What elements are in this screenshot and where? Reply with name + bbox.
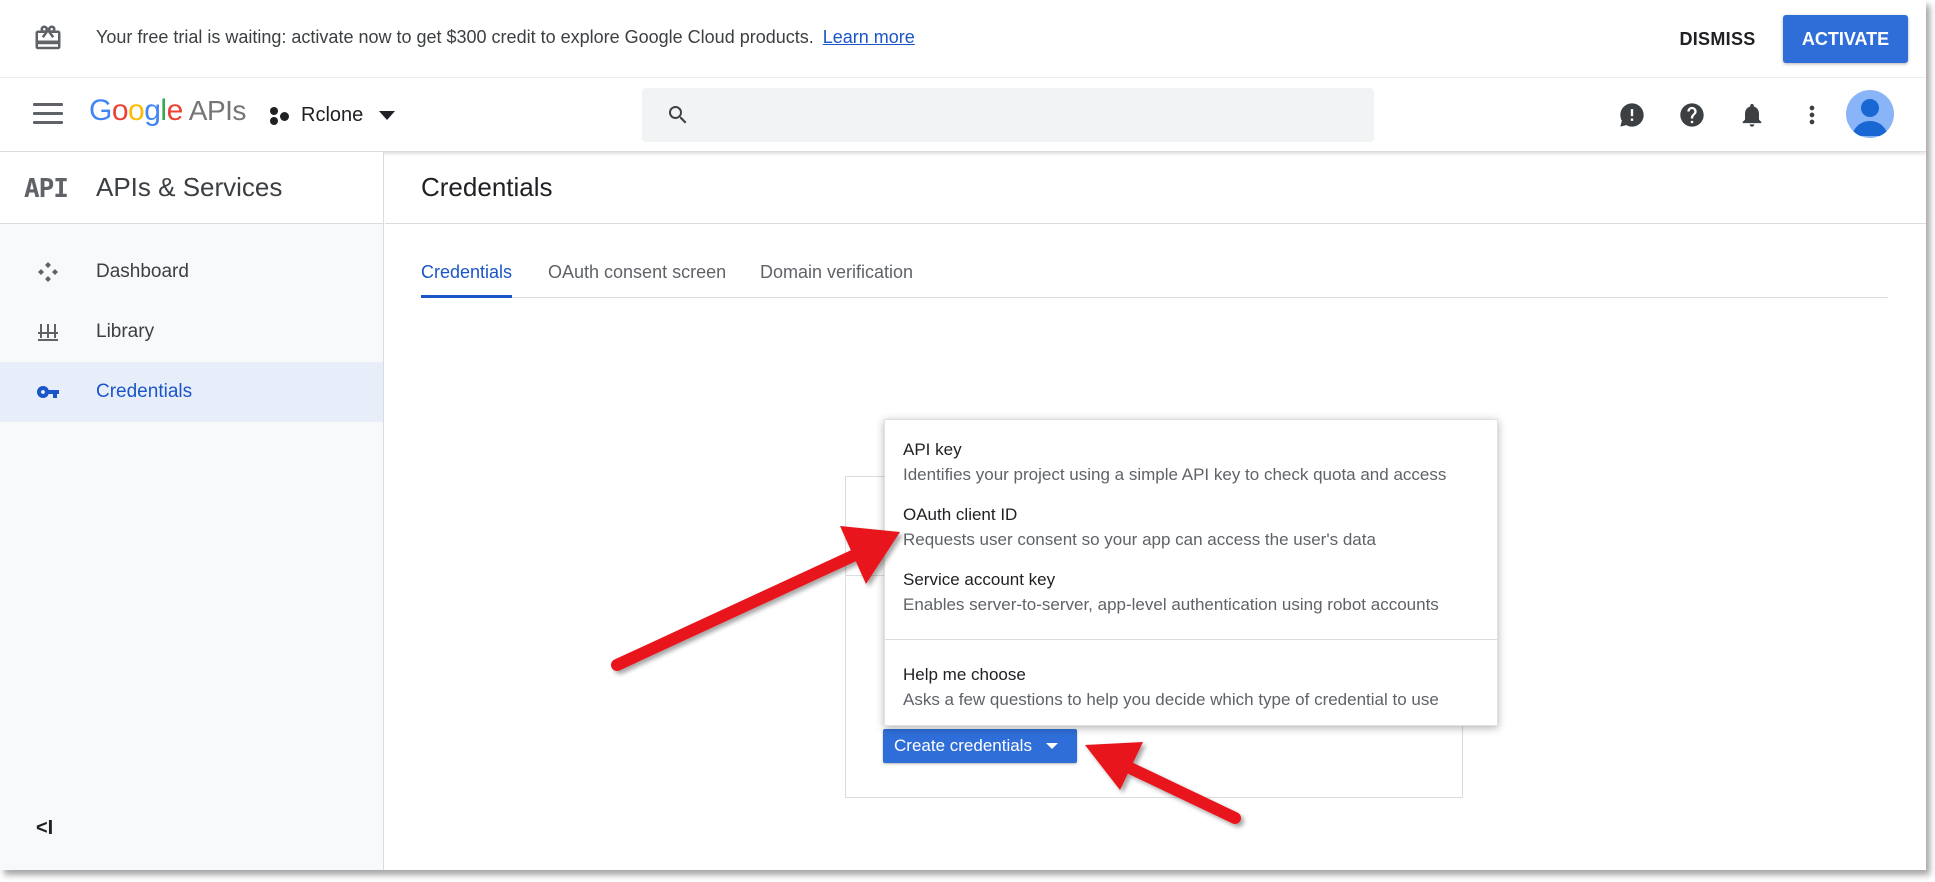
tab-credentials[interactable]: Credentials	[421, 262, 512, 283]
dropdown-arrow-icon	[1045, 743, 1058, 749]
create-credentials-button[interactable]: Create credentials	[883, 729, 1077, 763]
sidebar-item-label: Library	[96, 321, 155, 342]
sidebar: API APIs & Services Dashboard Library Cr…	[0, 152, 384, 870]
menu-item-description: Enables server-to-server, app-level auth…	[903, 595, 1439, 614]
feedback-icon[interactable]	[1617, 100, 1647, 130]
banner-message: Your free trial is waiting: activate now…	[96, 27, 915, 48]
chevron-down-icon	[379, 110, 396, 120]
logo-suffix: APIs	[188, 95, 247, 126]
menu-item-help-me-choose[interactable]: Help me choose Asks a few questions to h…	[885, 645, 1497, 709]
dismiss-button[interactable]: DISMISS	[1660, 18, 1775, 60]
google-apis-logo[interactable]: Google APIs	[89, 94, 246, 128]
sidebar-item-dashboard[interactable]: Dashboard	[0, 242, 383, 302]
sidebar-item-credentials[interactable]: Credentials	[0, 362, 383, 422]
library-icon	[38, 324, 58, 341]
learn-more-link[interactable]: Learn more	[823, 27, 915, 47]
sidebar-item-label: Dashboard	[96, 261, 189, 282]
menu-item-description: Identifies your project using a simple A…	[903, 465, 1447, 484]
tab-domain-verification[interactable]: Domain verification	[760, 262, 913, 283]
sidebar-header: API APIs & Services	[0, 152, 383, 224]
tab-oauth-consent-screen[interactable]: OAuth consent screen	[548, 262, 726, 283]
project-icon	[270, 104, 292, 126]
search-icon	[669, 106, 687, 124]
search-input[interactable]	[702, 88, 1362, 142]
menu-item-title: API key	[903, 440, 962, 459]
free-trial-banner: Your free trial is waiting: activate now…	[0, 0, 1926, 78]
card-divider	[845, 575, 885, 576]
menu-item-title: Service account key	[903, 570, 1056, 589]
project-selector[interactable]: Rclone	[270, 100, 396, 130]
tab-bar: Credentials OAuth consent screen Domain …	[421, 253, 1888, 298]
menu-icon[interactable]	[33, 103, 63, 127]
top-app-bar: Google APIs Rclone	[0, 78, 1926, 152]
project-name: Rclone	[301, 103, 364, 126]
sidebar-item-label: Credentials	[96, 381, 193, 402]
avatar[interactable]	[1846, 90, 1894, 138]
account-icon	[1852, 99, 1888, 136]
menu-item-api-key[interactable]: API key Identifies your project using a …	[885, 420, 1497, 484]
collapse-sidebar-icon[interactable]: <I	[36, 817, 53, 840]
logo-letter: e	[166, 94, 184, 127]
menu-item-service-account-key[interactable]: Service account key Enables server-to-se…	[885, 550, 1497, 614]
banner-text: Your free trial is waiting: activate now…	[96, 27, 814, 47]
key-icon	[37, 386, 59, 398]
sidebar-title: APIs & Services	[96, 172, 283, 202]
gift-icon	[35, 25, 61, 50]
app-window: Your free trial is waiting: activate now…	[0, 0, 1926, 870]
menu-divider	[885, 639, 1497, 640]
logo-letter: o	[111, 94, 129, 127]
menu-item-description: Requests user consent so your app can ac…	[903, 530, 1376, 549]
menu-item-title: Help me choose	[903, 665, 1026, 684]
menu-item-oauth-client-id[interactable]: OAuth client ID Requests user consent so…	[885, 485, 1497, 549]
create-credentials-label: Create credentials	[894, 736, 1032, 755]
search-bar[interactable]	[642, 88, 1374, 142]
active-tab-indicator	[421, 295, 512, 298]
help-icon[interactable]	[1677, 100, 1707, 130]
notifications-icon[interactable]	[1737, 100, 1767, 130]
logo-letter: G	[89, 94, 112, 127]
menu-item-title: OAuth client ID	[903, 505, 1018, 524]
create-credentials-menu: API key Identifies your project using a …	[884, 419, 1498, 726]
dashboard-icon	[38, 262, 58, 282]
title-divider	[385, 223, 1926, 224]
api-logo-icon: API	[24, 174, 69, 204]
logo-letter: o	[128, 94, 145, 127]
sidebar-item-library[interactable]: Library	[0, 302, 383, 362]
logo-letter: g	[144, 94, 161, 127]
activate-button[interactable]: ACTIVATE	[1783, 15, 1908, 63]
more-vert-icon[interactable]	[1797, 100, 1827, 130]
page-title: Credentials	[421, 172, 553, 202]
menu-item-description: Asks a few questions to help you decide …	[903, 690, 1439, 709]
